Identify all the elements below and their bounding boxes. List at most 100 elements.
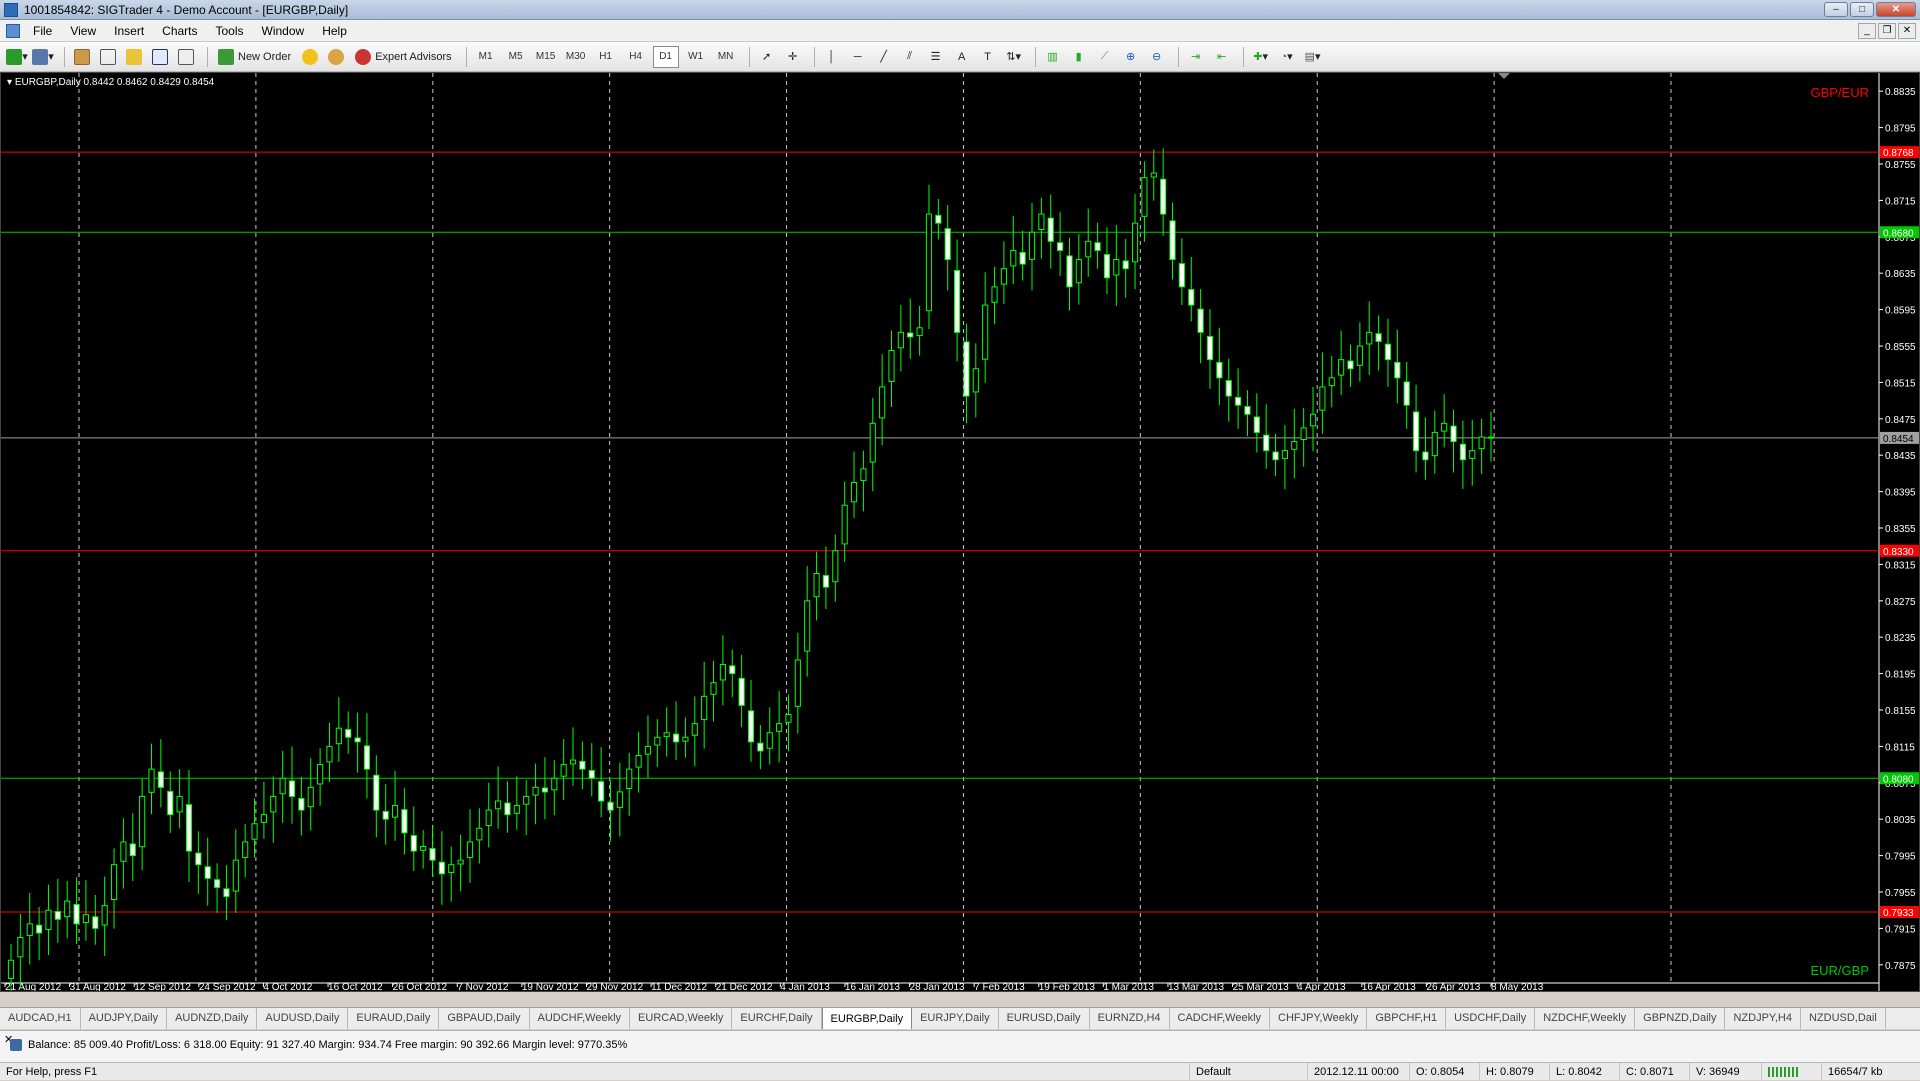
chart-tab[interactable]: NZDJPY,H4	[1725, 1008, 1801, 1029]
expert-advisors-button[interactable]: Expert Advisors	[351, 46, 455, 68]
chart-tab[interactable]: CADCHF,Weekly	[1170, 1008, 1271, 1029]
menu-window[interactable]: Window	[253, 20, 314, 42]
indicators-button[interactable]: ✚ ▾	[1250, 46, 1272, 68]
menu-view[interactable]: View	[61, 20, 105, 42]
text-label-tool[interactable]: T	[977, 46, 999, 68]
menu-help[interactable]: Help	[313, 20, 356, 42]
candle-body	[1459, 443, 1466, 461]
candlestick-button[interactable]: ▮	[1068, 46, 1090, 68]
bar-chart-button[interactable]: ▥	[1042, 46, 1064, 68]
new-chart-button[interactable]: ▾	[6, 46, 28, 68]
menu-file[interactable]: File	[24, 20, 61, 42]
candle-body	[513, 805, 520, 814]
text-tool[interactable]: A	[951, 46, 973, 68]
data-window-button[interactable]	[97, 46, 119, 68]
chart-tab[interactable]: AUDJPY,Daily	[81, 1008, 168, 1029]
candle-body	[7, 959, 15, 979]
crosshair-tool-icon: ✛	[788, 51, 798, 63]
timeframe-m1[interactable]: M1	[473, 46, 499, 68]
candle-body	[429, 848, 436, 861]
chart-tab[interactable]: NZDCHF,Weekly	[1535, 1008, 1636, 1029]
navigator-button[interactable]	[123, 46, 145, 68]
status-profile: Default	[1190, 1063, 1308, 1080]
chart-tab[interactable]: EURCHF,Daily	[732, 1008, 822, 1029]
chart-tab[interactable]: CHFJPY,Weekly	[1270, 1008, 1368, 1029]
zoom-in-button[interactable]: ⊕	[1120, 46, 1142, 68]
periodicity-button[interactable]: ◔ ▾	[1276, 46, 1298, 68]
chart-tab[interactable]: AUDUSD,Daily	[257, 1008, 349, 1029]
chart-tab[interactable]: GBPNZD,Daily	[1635, 1008, 1726, 1029]
chart-shift-icon: ⇤	[1217, 51, 1227, 63]
timeframe-w1[interactable]: W1	[683, 46, 709, 68]
timeframe-h1[interactable]: H1	[593, 46, 619, 68]
time-tick-label: 16 Oct 2012	[328, 982, 383, 991]
terminal-button[interactable]	[149, 46, 171, 68]
maximize-button[interactable]: □	[1850, 2, 1874, 17]
horizontal-line-tool[interactable]: ─	[847, 46, 869, 68]
profiles-button[interactable]: ▾	[32, 46, 54, 68]
timeframe-m15[interactable]: M15	[533, 46, 559, 68]
chart-shift-button[interactable]: ⇤	[1211, 46, 1233, 68]
pair-label-top: GBP/EUR	[1810, 85, 1869, 100]
strategy-tester-button[interactable]	[175, 46, 197, 68]
menu-charts[interactable]: Charts	[153, 20, 206, 42]
timeframe-mn[interactable]: MN	[713, 46, 739, 68]
status-low: L: 0.8042	[1550, 1063, 1620, 1080]
minimize-button[interactable]: –	[1824, 2, 1848, 17]
timeframe-h4[interactable]: H4	[623, 46, 649, 68]
chart-tab[interactable]: GBPCHF,H1	[1367, 1008, 1447, 1029]
crosshair-tool[interactable]: ✛	[782, 46, 804, 68]
chart-tab[interactable]: GBPAUD,Daily	[439, 1008, 530, 1029]
child-minimize-button[interactable]: _	[1858, 23, 1876, 39]
timeframe-d1[interactable]: D1	[652, 45, 679, 68]
candle-body	[541, 787, 548, 793]
candle-body	[1478, 436, 1485, 450]
candle-body	[935, 214, 942, 224]
new-order-button[interactable]: New Order	[214, 46, 295, 68]
candle-body	[298, 797, 305, 811]
fibonacci-tool[interactable]: ☰	[925, 46, 947, 68]
vertical-line-tool[interactable]: │	[821, 46, 843, 68]
chart-tab[interactable]: EURUSD,Daily	[999, 1008, 1090, 1029]
timeframe-m5[interactable]: M5	[503, 46, 529, 68]
child-restore-button[interactable]: ❐	[1878, 23, 1896, 39]
chart-tabs: AUDCAD,H1 AUDJPY,Daily AUDNZD,Daily AUDUSD,…	[0, 1007, 1920, 1029]
chart-tab[interactable]: AUDCHF,Weekly	[530, 1008, 631, 1029]
market-watch-button[interactable]	[71, 46, 93, 68]
chart-tab[interactable]: AUDNZD,Daily	[167, 1008, 258, 1029]
chart-canvas[interactable]: 0.88350.87950.87550.87150.86750.86350.85…	[1, 73, 1919, 991]
line-chart-button[interactable]: ⟋	[1094, 46, 1116, 68]
close-button[interactable]: ✕	[1876, 2, 1916, 17]
warning-button[interactable]	[299, 46, 321, 68]
autotrading-toggle[interactable]	[325, 46, 347, 68]
menu-tools[interactable]: Tools	[207, 20, 253, 42]
trendline-tool[interactable]: ╱	[873, 46, 895, 68]
trendline-icon: ╱	[880, 51, 887, 63]
text-label-icon: T	[984, 50, 991, 63]
chart-doc-icon[interactable]	[6, 23, 20, 38]
chart-tab[interactable]: NZDUSD,Dail	[1801, 1008, 1886, 1029]
templates-button[interactable]: ▤ ▾	[1302, 46, 1324, 68]
time-tick-label: 31 Aug 2012	[70, 982, 127, 991]
chart-tab[interactable]: EURNZD,H4	[1090, 1008, 1170, 1029]
candle-body	[1038, 213, 1045, 231]
status-volume: V: 36949	[1690, 1063, 1762, 1080]
chart-tab[interactable]: EURJPY,Daily	[912, 1008, 999, 1029]
arrows-tool[interactable]: ⇅ ▾	[1003, 46, 1025, 68]
child-close-button[interactable]: ✕	[1898, 23, 1916, 39]
candle-body	[326, 745, 333, 763]
candle-body	[616, 791, 623, 808]
candle-body	[729, 665, 736, 675]
zoom-out-button[interactable]: ⊖	[1146, 46, 1168, 68]
cursor-tool[interactable]: ➚	[756, 46, 778, 68]
chart-tab[interactable]: EURGBP,Daily	[821, 1008, 913, 1029]
auto-scroll-button[interactable]: ⇥	[1185, 46, 1207, 68]
menu-insert[interactable]: Insert	[105, 20, 153, 42]
chart-tab[interactable]: AUDCAD,H1	[0, 1008, 81, 1029]
price-chart[interactable]: 0.8835 0.8795 0.8755 0.8715 0.8675 0.8635 0.85…	[0, 72, 1920, 992]
channel-tool[interactable]: ⫽	[899, 46, 921, 68]
timeframe-m30[interactable]: M30	[563, 46, 589, 68]
chart-tab[interactable]: USDCHF,Daily	[1446, 1008, 1536, 1029]
chart-tab[interactable]: EURAUD,Daily	[348, 1008, 440, 1029]
chart-tab[interactable]: EURCAD,Weekly	[630, 1008, 733, 1029]
